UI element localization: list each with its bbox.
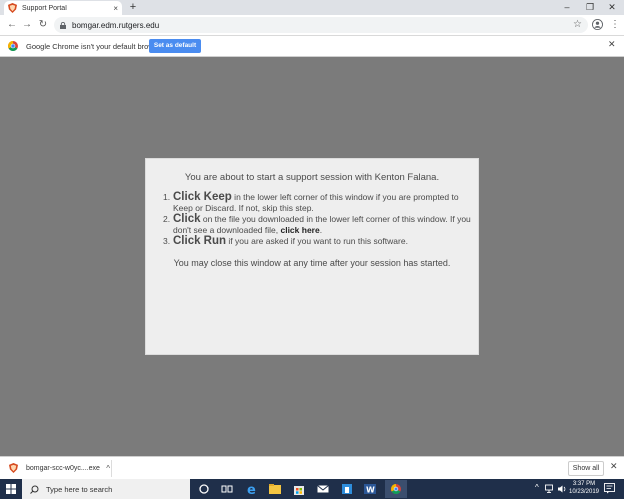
bomgar-file-icon [9,463,18,473]
tab-title: Support Portal [22,4,67,12]
window-close-button[interactable]: ✕ [601,0,623,15]
cortana-icon[interactable] [197,482,211,496]
clock-time: 3:37 PM [572,481,596,487]
edge-icon[interactable]: e [245,482,259,496]
step-tail: . [319,224,323,235]
store-icon[interactable] [292,482,306,496]
back-button[interactable]: ← [5,18,19,32]
chrome-logo-icon [8,41,18,51]
list-item: 3. Click Run if you are asked if you wan… [163,235,473,247]
address-bar[interactable]: bomgar.edm.rutgers.edu ☆ [54,17,588,33]
notification-icon[interactable] [604,483,615,494]
forward-button[interactable]: → [20,18,34,32]
divider [111,460,112,477]
browser-menu-icon[interactable]: ⋮ [610,18,620,32]
volume-icon[interactable] [557,484,567,494]
infobar-message: Google Chrome isn't your default browser [26,41,165,51]
network-icon[interactable] [545,484,555,494]
bomgar-shield-icon [8,3,17,13]
list-item: 2. Click on the file you downloaded in t… [163,213,473,235]
svg-text:e: e [247,483,256,496]
tray-chevron-icon[interactable]: ^ [535,483,539,492]
step-lead: Click Keep [173,191,232,203]
list-item: 1. Click Keep in the lower left corner o… [163,191,473,213]
step-lead: Click Run [173,235,227,247]
step-text: if you are asked if you want to run this… [226,236,408,246]
step-number: 3. [163,236,171,246]
download-file-name: bomgar-scc-w0yc....exe [26,464,100,472]
chevron-up-icon[interactable]: ^ [106,464,110,473]
task-view-icon[interactable] [220,482,234,496]
tab-strip: Support Portal × + – ❐ ✕ [0,0,624,15]
set-as-default-button[interactable]: Set as default [149,39,201,53]
tab-close-icon[interactable]: × [113,4,118,13]
minimize-button[interactable]: – [556,0,578,15]
step-lead: Click [173,213,201,225]
windows-start-icon[interactable] [0,479,22,499]
closing-text: You may close this window at any time af… [173,258,451,268]
shelf-close-icon[interactable]: ✕ [610,461,618,472]
address-url: bomgar.edm.rutgers.edu [72,20,160,30]
click-here-link[interactable]: click here [280,225,319,235]
tab-support-portal[interactable]: Support Portal × [4,1,122,15]
restore-button[interactable]: ❐ [579,0,601,15]
instruction-list: 1. Click Keep in the lower left corner o… [163,191,473,248]
infobar-close-icon[interactable]: ✕ [608,39,616,50]
intro-text: You are about to start a support session… [184,172,440,183]
windows-taskbar: Type here to search e W ^ 3:37 PM 10/23/… [0,479,624,499]
reload-button[interactable]: ↻ [36,18,50,32]
new-tab-button[interactable]: + [127,0,139,15]
step-number: 2. [163,214,171,224]
default-browser-infobar: Google Chrome isn't your default browser… [0,36,624,57]
download-item[interactable]: bomgar-scc-w0yc....exe ^ [6,460,110,476]
profile-avatar-icon[interactable] [592,19,603,30]
clock-date: 10/23/2019 [568,488,600,495]
search-icon [30,485,39,494]
svg-text:W: W [366,486,375,495]
chrome-taskbar-icon[interactable] [385,480,407,498]
word-icon[interactable]: W [363,482,377,496]
app-icon[interactable] [340,482,354,496]
mail-icon[interactable] [316,482,330,496]
browser-toolbar: ← → ↻ bomgar.edm.rutgers.edu ☆ ⋮ [0,15,624,36]
bookmark-star-icon[interactable]: ☆ [573,19,582,30]
taskbar-clock[interactable]: 3:37 PM 10/23/2019 [568,481,600,496]
search-placeholder: Type here to search [46,484,113,494]
step-number: 1. [163,192,171,202]
show-all-button[interactable]: Show all [568,461,604,476]
support-session-dialog: You are about to start a support session… [145,158,479,355]
download-shelf: bomgar-scc-w0yc....exe ^ Show all ✕ [0,456,624,479]
taskbar-search-box[interactable]: Type here to search [22,479,190,499]
lock-icon [60,21,66,29]
file-explorer-icon[interactable] [268,482,282,496]
